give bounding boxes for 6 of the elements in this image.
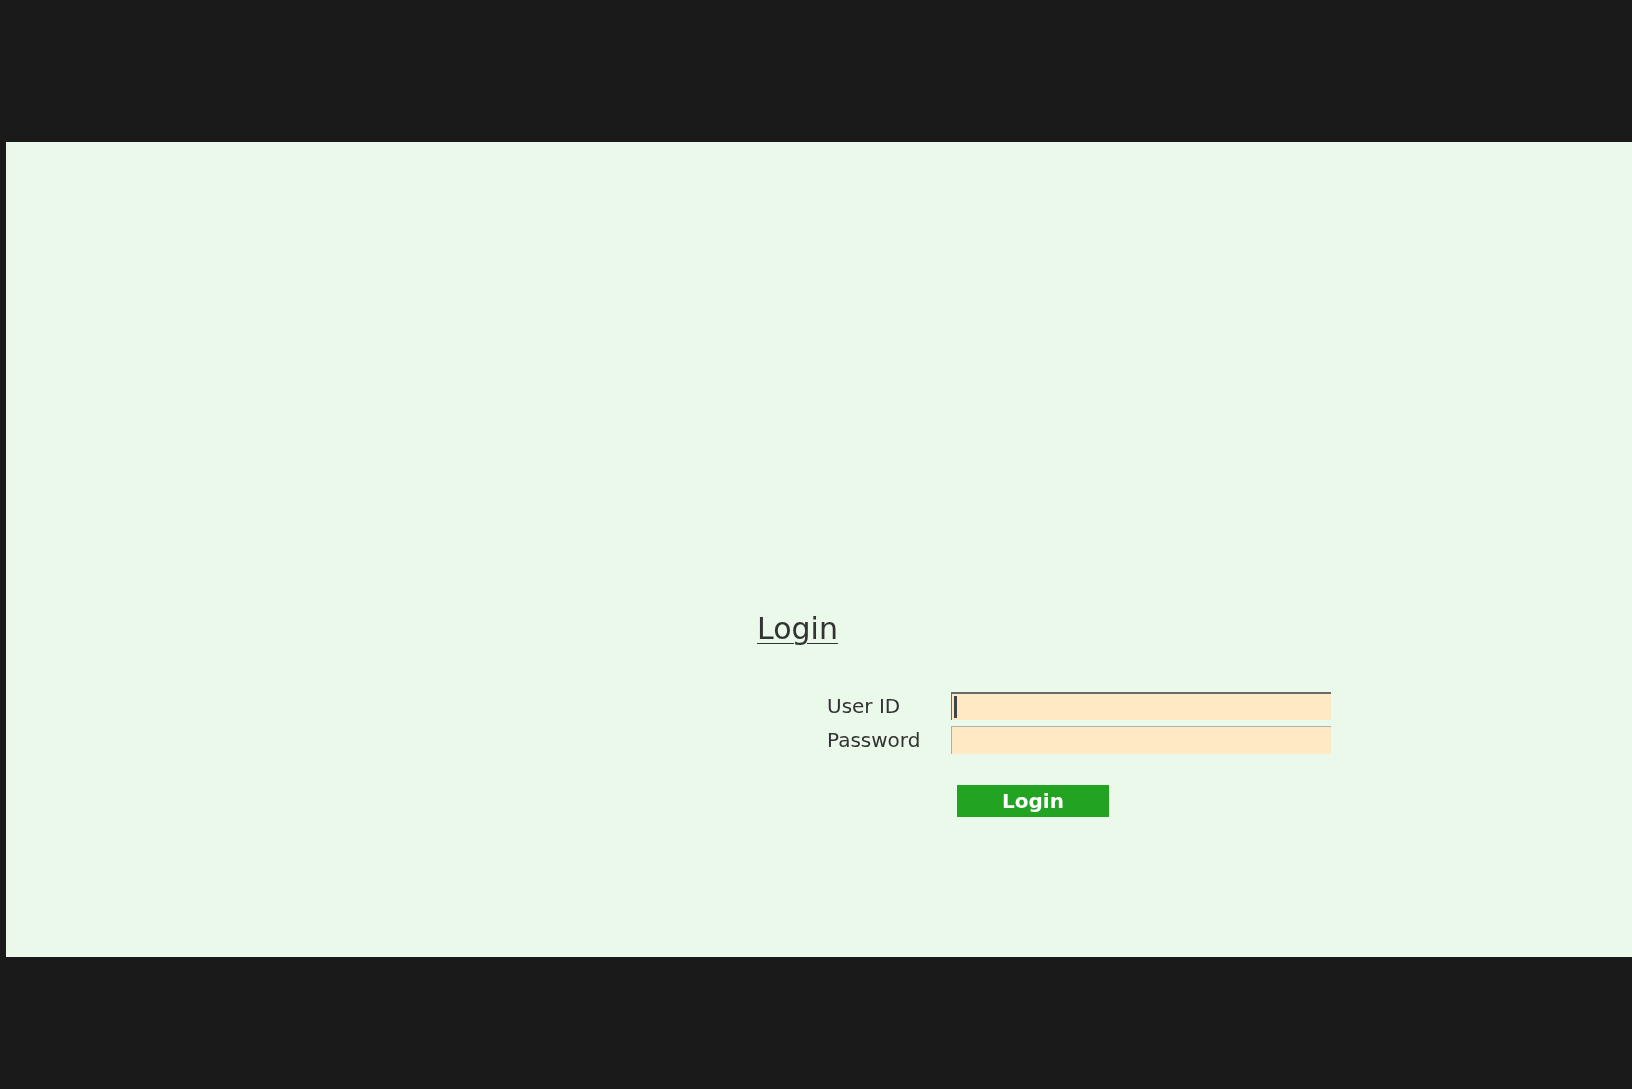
field-label: User ID [827, 693, 902, 720]
input-field[interactable] [951, 726, 1331, 754]
field-label: Password [827, 727, 922, 754]
login-heading: Login [757, 610, 838, 648]
input-field[interactable] [951, 692, 1331, 720]
login-button[interactable]: Login [957, 785, 1109, 817]
